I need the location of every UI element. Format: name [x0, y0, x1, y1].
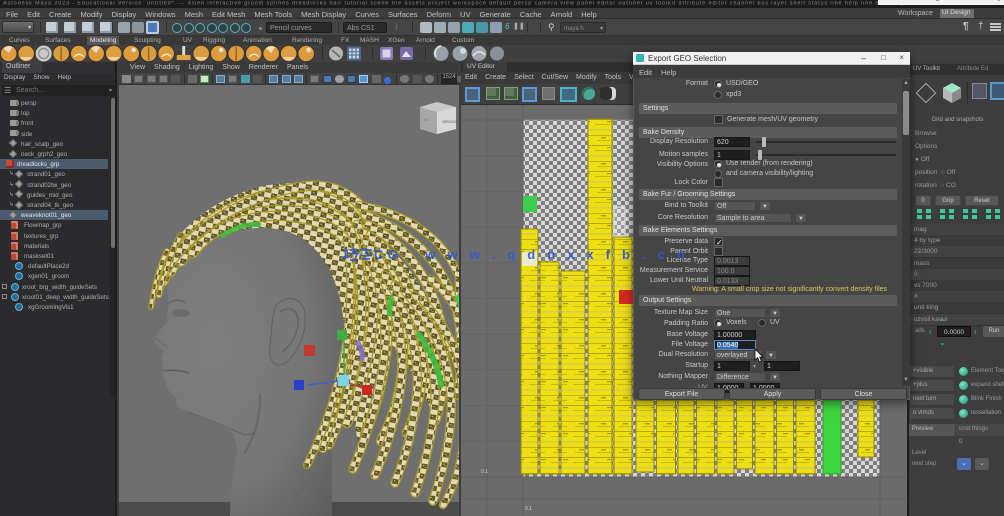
svg-text:XG: XG — [423, 117, 429, 122]
svg-text:GROOM: GROOM — [442, 119, 458, 124]
svg-text:0.1: 0.1 — [525, 506, 532, 512]
svg-text:0.1: 0.1 — [481, 469, 488, 475]
